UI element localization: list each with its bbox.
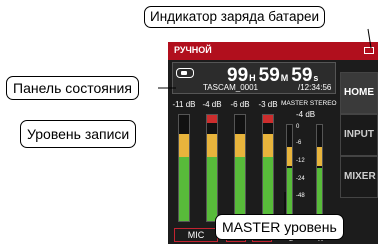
- callout-status-panel: Панель состояния: [6, 76, 139, 100]
- minutes-unit: M: [280, 73, 289, 83]
- total-time: /12:34:56: [298, 83, 332, 92]
- minutes-value: 59: [258, 65, 280, 86]
- master-title: MASTER STEREO: [281, 100, 337, 107]
- callout-master: MASTER уровень: [215, 214, 344, 240]
- status-panel: 99H 59M 59s TASCAM_0001 /12:34:56: [172, 62, 336, 94]
- channel-3-db: -6 dB: [230, 100, 250, 109]
- channel-2-meter: [206, 114, 218, 222]
- channel-3-meter: [234, 114, 246, 222]
- scale-0: 0: [296, 124, 300, 130]
- channel-1-db: -11 dB: [172, 100, 196, 109]
- scale-6: -6: [296, 140, 302, 146]
- channel-1-meter: [178, 114, 190, 222]
- source-button-mic[interactable]: MIC: [174, 228, 218, 242]
- channel-2-db: -4 dB: [202, 100, 222, 109]
- master-db: -4 dB: [296, 110, 316, 119]
- scale-48: -48: [296, 193, 305, 199]
- record-stop-icon: [176, 68, 194, 78]
- callout-battery: Индикатор заряда батареи: [144, 6, 326, 28]
- channel-4-db: -3 dB: [258, 100, 278, 109]
- mode-label: РУЧНОЙ: [174, 45, 212, 55]
- battery-icon: [364, 47, 374, 54]
- input-meters: -11 dB -4 dB -6 dB -3 dB: [172, 100, 278, 232]
- file-name: TASCAM_0001: [203, 83, 258, 92]
- scale-12: -12: [296, 158, 305, 164]
- scale-24: -24: [296, 176, 305, 182]
- hours-unit: H: [249, 73, 256, 83]
- tab-home[interactable]: HOME: [340, 72, 378, 114]
- tab-mixer[interactable]: MIXER: [340, 156, 378, 198]
- channel-4-meter: [262, 114, 274, 222]
- callout-rec-level: Уровень записи: [20, 120, 137, 148]
- title-bar: РУЧНОЙ: [168, 42, 378, 60]
- seconds-unit: s: [313, 73, 319, 83]
- tab-input[interactable]: INPUT: [340, 114, 378, 156]
